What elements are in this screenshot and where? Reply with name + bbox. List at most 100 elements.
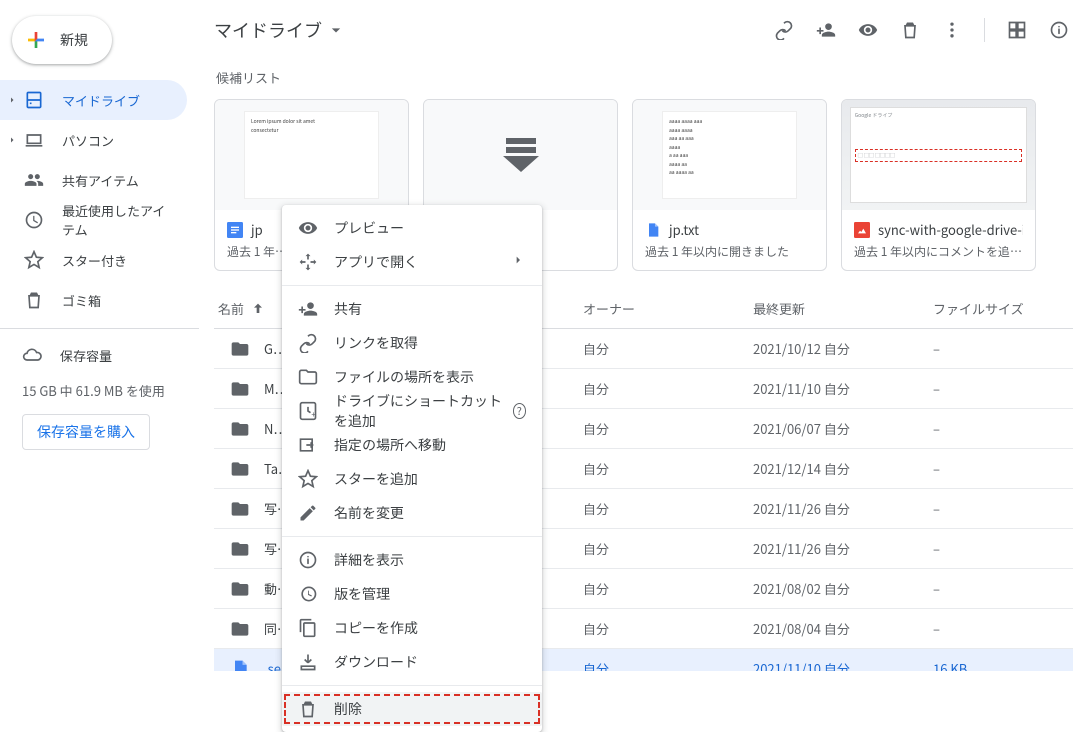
preview-button[interactable] [848,10,888,50]
ctx-trash[interactable]: 削除 [282,692,542,726]
ctx-download[interactable]: ダウンロード [282,645,542,679]
folder-open-icon [298,367,318,387]
card-thumbnail: Lorem ipsum dolor sit ametconsectetur [215,100,408,210]
nav-label: 共有アイテム [62,171,139,190]
info-icon [1049,20,1069,40]
buy-storage-button[interactable]: 保存容量を購入 [22,414,150,450]
cell-size: – [933,579,1073,598]
drive-icon [24,90,44,110]
grid-icon [1007,20,1027,40]
ctx-eye[interactable]: プレビュー [282,211,542,245]
nav-label: パソコン [62,131,114,150]
plus-icon [24,28,48,52]
cell-size: – [933,419,1073,438]
ctx-star[interactable]: スターを追加 [282,462,542,496]
star-icon [298,469,318,489]
help-icon: ? [513,403,527,419]
star-icon [24,250,44,270]
new-button[interactable]: 新規 [12,16,112,64]
share-button[interactable] [806,10,846,50]
cell-modified: 2021/11/10 自分 [753,659,933,671]
folder-icon [230,459,250,479]
nav-my-drive[interactable]: マイドライブ [0,80,187,120]
link-icon [298,333,318,353]
computer-icon [24,130,44,150]
card-thumbnail: Google ドライブ▢ ▢▢ ▢▢▢▢ [842,100,1035,210]
ctx-folder-open[interactable]: ファイルの場所を表示 [282,360,542,394]
trash-button[interactable] [890,10,930,50]
trash-icon [900,20,920,40]
ctx-rename[interactable]: 名前を変更 [282,496,542,530]
more-button[interactable] [932,10,972,50]
new-button-label: 新規 [60,30,88,50]
nav-label: ゴミ箱 [62,291,101,310]
folder-icon [230,579,250,599]
cell-modified: 2021/08/04 自分 [753,619,933,638]
suggestion-card[interactable]: Google ドライブ▢ ▢▢ ▢▢▢▢ sync-with-google-dr… [841,99,1036,271]
person-add-icon [816,20,836,40]
chevron-right-icon [510,252,526,273]
ctx-move[interactable]: 指定の場所へ移動 [282,428,542,462]
suggestions-label: 候補リスト [216,68,1073,87]
caret-down-icon [326,20,346,40]
ctx-history[interactable]: 版を管理 [282,577,542,611]
cell-owner: 自分 [583,339,753,358]
cell-owner: 自分 [583,499,753,518]
get-link-button[interactable] [764,10,804,50]
cell-size: – [933,459,1073,478]
card-title: sync-with-google-drive-in-d... [878,220,1023,239]
card-title: jp.txt [669,220,699,239]
people-icon [24,170,44,190]
more-vert-icon [942,20,962,40]
ctx-shortcut[interactable]: +ドライブにショートカットを追加? [282,394,542,428]
cloud-icon [22,345,42,365]
cell-modified: 2021/12/14 自分 [753,459,933,478]
move-icon [298,435,318,455]
nav-shared[interactable]: 共有アイテム [0,160,187,200]
caret-right-icon [6,134,18,146]
ctx-copy[interactable]: コピーを作成 [282,611,542,645]
col-header-modified[interactable]: 最終更新 [753,299,933,318]
grid-view-button[interactable] [997,10,1037,50]
col-header-owner[interactable]: オーナー [583,299,753,318]
storage-label: 保存容量 [60,346,112,365]
svg-text:+: + [311,409,316,421]
details-button[interactable] [1039,10,1079,50]
arrow-up-icon [250,301,266,317]
cell-size: – [933,619,1073,638]
ctx-link[interactable]: リンクを取得 [282,326,542,360]
link-icon [774,20,794,40]
cell-size: – [933,379,1073,398]
card-subtitle: 過去 1 年以内に開きました [645,243,814,260]
trash-icon [24,290,44,310]
eye-icon [298,218,318,238]
cell-owner: 自分 [583,659,753,671]
nav-recent[interactable]: 最近使用したアイテム [0,200,187,240]
cell-owner: 自分 [583,579,753,598]
nav-trash[interactable]: ゴミ箱 [0,280,187,320]
ctx-open-with[interactable]: アプリで開く [282,245,542,279]
nav-starred[interactable]: スター付き [0,240,187,280]
header-actions [764,10,1079,50]
suggestion-card[interactable]: aaaa aaaa aaaaaaa aaaaaaa aa aaaaaaaa aa… [632,99,827,271]
open-with-icon [298,252,318,272]
shortcut-icon: + [298,401,318,421]
nav-storage[interactable]: 保存容量 [22,345,183,365]
ctx-share[interactable]: 共有 [282,292,542,326]
file-icon [645,222,661,238]
folder-icon [230,619,250,639]
ctx-info[interactable]: 詳細を表示 [282,543,542,577]
cell-modified: 2021/10/12 自分 [753,339,933,358]
context-menu: プレビューアプリで開く共有リンクを取得ファイルの場所を表示+ドライブにショートカ… [282,205,542,732]
cell-owner: 自分 [583,379,753,398]
cell-size: – [933,539,1073,558]
cell-owner: 自分 [583,419,753,438]
history-icon [298,584,318,604]
breadcrumb[interactable]: マイドライブ [214,17,346,43]
card-title: jp [251,220,263,239]
download-icon [298,652,318,672]
nav-label: スター付き [62,251,127,270]
col-header-size[interactable]: ファイルサイズ [933,299,1073,318]
nav-computers[interactable]: パソコン [0,120,187,160]
nav-label: 最近使用したアイテム [62,201,175,239]
